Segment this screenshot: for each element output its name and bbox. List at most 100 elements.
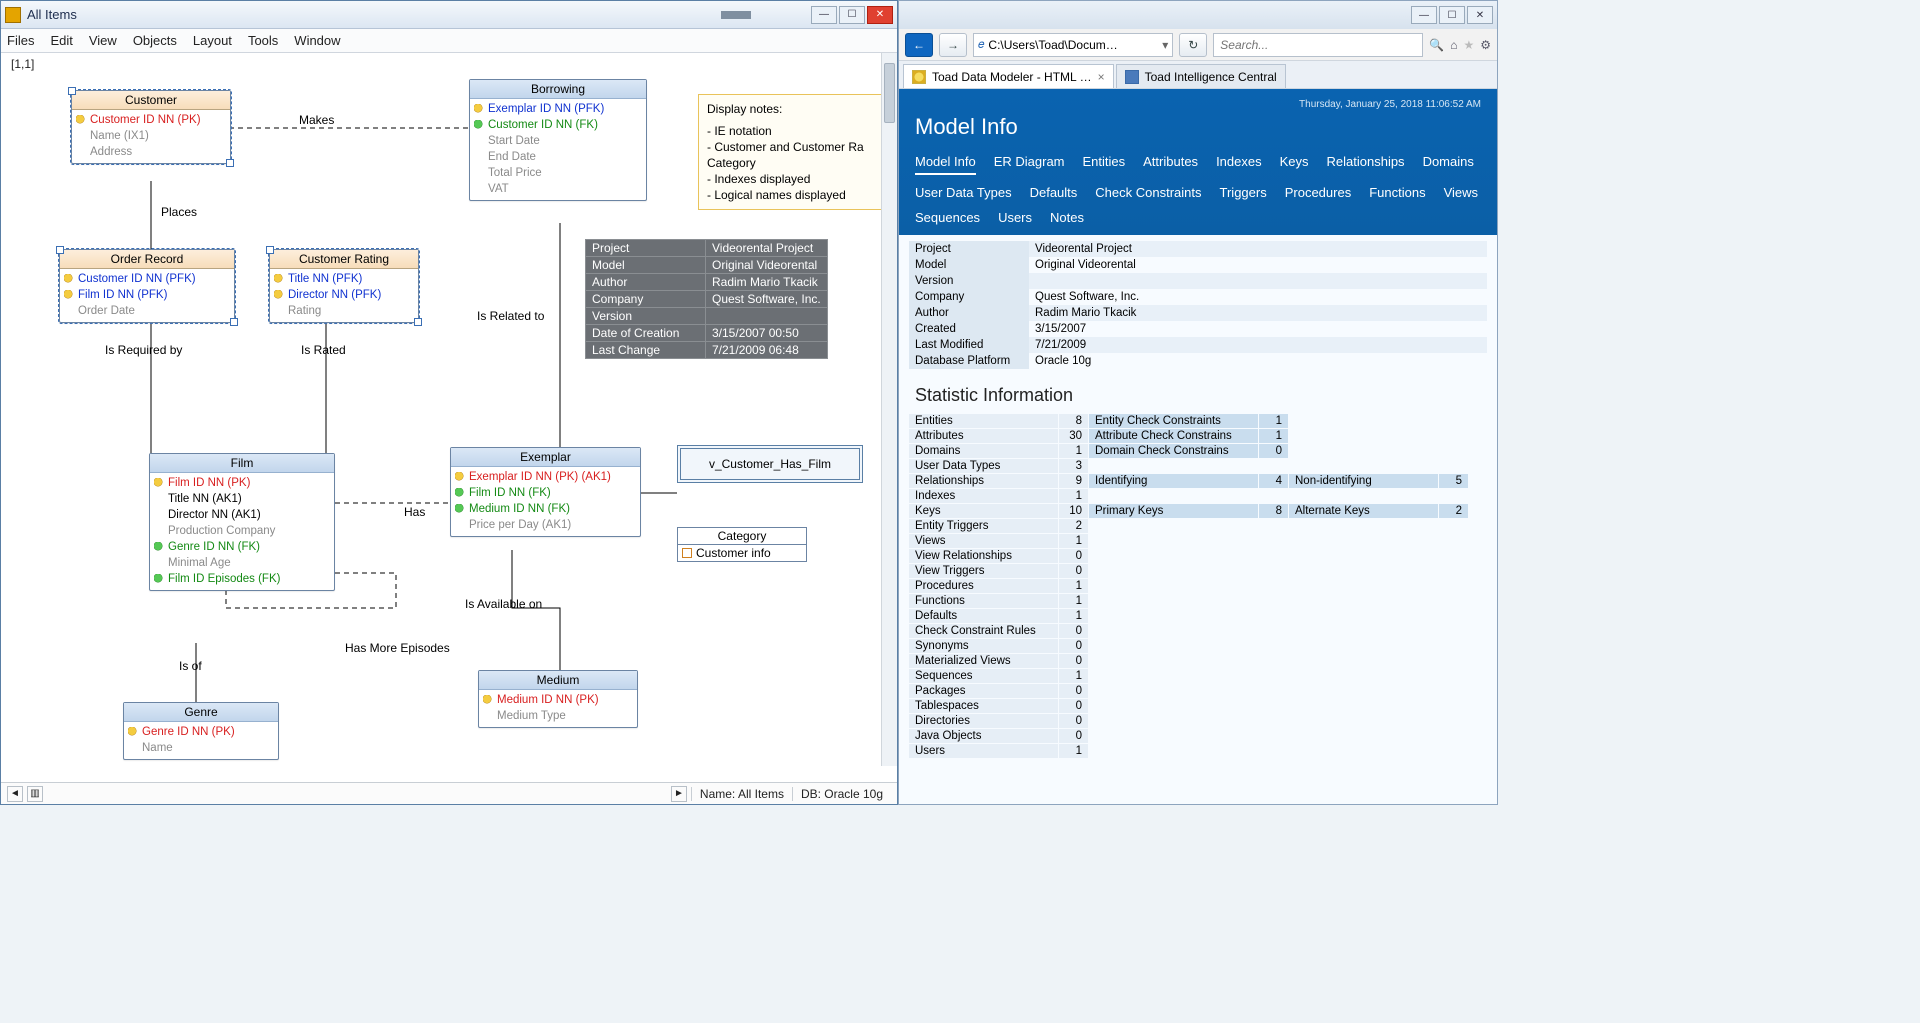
menu-tools[interactable]: Tools xyxy=(248,33,278,48)
nav-attributes[interactable]: Attributes xyxy=(1143,154,1198,175)
view-box[interactable]: v_Customer_Has_Film xyxy=(677,445,863,483)
attribute-label: Total Price xyxy=(488,165,542,181)
ie-minimize-button[interactable]: — xyxy=(1411,6,1437,24)
pk-key-icon xyxy=(474,104,484,114)
favicon-icon xyxy=(1125,70,1139,84)
rel-label-is-required-by: Is Required by xyxy=(105,343,182,357)
attribute-label: Genre ID NN (FK) xyxy=(168,539,260,555)
close-button[interactable]: ✕ xyxy=(867,6,893,24)
search-input[interactable] xyxy=(1213,33,1423,57)
app-icon xyxy=(5,7,21,23)
pk-key-icon xyxy=(483,695,493,705)
report-viewport[interactable]: Thursday, January 25, 2018 11:06:52 AM M… xyxy=(899,89,1497,804)
nav-user-data-types[interactable]: User Data Types xyxy=(915,185,1012,200)
nav-triggers[interactable]: Triggers xyxy=(1220,185,1267,200)
maximize-button[interactable]: ☐ xyxy=(839,6,865,24)
erd-canvas[interactable]: [1,1] Makes Places Is Required by xyxy=(1,53,897,782)
nav-keys[interactable]: Keys xyxy=(1280,154,1309,175)
nav-notes[interactable]: Notes xyxy=(1050,210,1084,225)
status-arrow-right[interactable]: ► xyxy=(671,786,687,802)
menu-files[interactable]: Files xyxy=(7,33,34,48)
minimize-button[interactable]: — xyxy=(811,6,837,24)
attribute-label: Film ID NN (PK) xyxy=(168,475,250,491)
vertical-scrollbar[interactable] xyxy=(881,53,897,766)
browser-tab[interactable]: Toad Data Modeler - HTML …× xyxy=(903,64,1114,88)
status-col-button[interactable]: ▥ xyxy=(27,786,43,802)
favorites-icon[interactable]: ★ xyxy=(1463,38,1474,52)
nav-forward-button[interactable]: → xyxy=(939,33,967,57)
nav-domains[interactable]: Domains xyxy=(1423,154,1474,175)
ie-close-button[interactable]: ✕ xyxy=(1467,6,1493,24)
note-header: Display notes: xyxy=(707,101,879,117)
address-bar[interactable]: 𝑒 C:\Users\Toad\Docum… ▾ xyxy=(973,33,1173,57)
category-box[interactable]: Category Customer info xyxy=(677,527,807,562)
nav-entities[interactable]: Entities xyxy=(1083,154,1126,175)
report-body: ProjectVideorental ProjectModelOriginal … xyxy=(899,235,1497,779)
attribute-label: Minimal Age xyxy=(168,555,231,571)
refresh-button[interactable]: ↻ xyxy=(1179,33,1207,57)
attribute-label: Director NN (AK1) xyxy=(168,507,261,523)
ie-tabs: Toad Data Modeler - HTML …×Toad Intellig… xyxy=(899,61,1497,89)
attribute-label: Medium Type xyxy=(497,708,566,724)
entity-header: Film xyxy=(150,454,334,473)
nav-procedures[interactable]: Procedures xyxy=(1285,185,1351,200)
nav-model-info[interactable]: Model Info xyxy=(915,154,976,175)
attribute-label: Order Date xyxy=(78,303,135,319)
menu-view[interactable]: View xyxy=(89,33,117,48)
nav-relationships[interactable]: Relationships xyxy=(1327,154,1405,175)
menu-objects[interactable]: Objects xyxy=(133,33,177,48)
fk-key-icon xyxy=(154,574,164,584)
entity-exemplar[interactable]: ExemplarExemplar ID NN (PK) (AK1)Film ID… xyxy=(450,447,641,537)
attribute-label: Director NN (PFK) xyxy=(288,287,381,303)
pk-key-icon xyxy=(274,290,284,300)
window-grip[interactable] xyxy=(721,11,751,19)
erd-window: All Items — ☐ ✕ Files Edit View Objects Layo… xyxy=(0,0,898,805)
rel-label-is-rated: Is Rated xyxy=(301,343,346,357)
nav-check-constraints[interactable]: Check Constraints xyxy=(1095,185,1201,200)
status-arrow-left[interactable]: ◄ xyxy=(7,786,23,802)
entity-header: Customer Rating xyxy=(270,250,418,269)
entity-film[interactable]: FilmFilm ID NN (PK)Title NN (AK1)Directo… xyxy=(149,453,335,591)
entity-customer[interactable]: CustomerCustomer ID NN (PK)Name (IX1)Add… xyxy=(71,90,231,164)
entity-medium[interactable]: MediumMedium ID NN (PK)Medium Type xyxy=(478,670,638,728)
menu-window[interactable]: Window xyxy=(294,33,340,48)
settings-icon[interactable]: ⚙ xyxy=(1480,38,1491,52)
entity-order-record[interactable]: Order RecordCustomer ID NN (PFK)Film ID … xyxy=(59,249,235,323)
entity-header: Genre xyxy=(124,703,278,722)
attribute-label: Production Company xyxy=(168,523,275,539)
nav-views[interactable]: Views xyxy=(1444,185,1478,200)
nav-functions[interactable]: Functions xyxy=(1369,185,1425,200)
status-db: DB: Oracle 10g xyxy=(792,787,891,801)
attribute-label: Address xyxy=(90,144,132,160)
model-info-table: ProjectVideorental ProjectModelOriginal … xyxy=(585,239,828,359)
ie-maximize-button[interactable]: ☐ xyxy=(1439,6,1465,24)
attribute-label: Film ID NN (PFK) xyxy=(78,287,167,303)
titlebar[interactable]: All Items — ☐ ✕ xyxy=(1,1,897,29)
entity-customer-rating[interactable]: Customer RatingTitle NN (PFK)Director NN… xyxy=(269,249,419,323)
attribute-label: Name xyxy=(142,740,173,756)
home-icon[interactable]: ⌂ xyxy=(1450,38,1457,52)
pk-key-icon xyxy=(154,478,164,488)
nav-users[interactable]: Users xyxy=(998,210,1032,225)
fk-key-icon xyxy=(455,488,465,498)
report-date: Thursday, January 25, 2018 11:06:52 AM xyxy=(915,99,1481,110)
nav-defaults[interactable]: Defaults xyxy=(1030,185,1078,200)
scrollbar-thumb[interactable] xyxy=(884,63,895,123)
tab-close-icon[interactable]: × xyxy=(1098,70,1105,84)
entity-genre[interactable]: GenreGenre ID NN (PK)Name xyxy=(123,702,279,760)
nav-indexes[interactable]: Indexes xyxy=(1216,154,1262,175)
entity-header: Medium xyxy=(479,671,637,690)
ie-titlebar[interactable]: — ☐ ✕ xyxy=(899,1,1497,29)
menu-layout[interactable]: Layout xyxy=(193,33,232,48)
search-button[interactable]: 🔍 xyxy=(1429,38,1444,52)
browser-tab[interactable]: Toad Intelligence Central xyxy=(1116,64,1286,88)
nav-er-diagram[interactable]: ER Diagram xyxy=(994,154,1065,175)
display-notes: Display notes: - IE notation- Customer a… xyxy=(698,94,888,210)
pk-key-icon xyxy=(128,727,138,737)
pk-key-icon xyxy=(274,274,284,284)
menu-edit[interactable]: Edit xyxy=(50,33,72,48)
window-title: All Items xyxy=(27,7,721,22)
nav-back-button[interactable]: ← xyxy=(905,33,933,57)
entity-borrowing[interactable]: BorrowingExemplar ID NN (PFK)Customer ID… xyxy=(469,79,647,201)
nav-sequences[interactable]: Sequences xyxy=(915,210,980,225)
